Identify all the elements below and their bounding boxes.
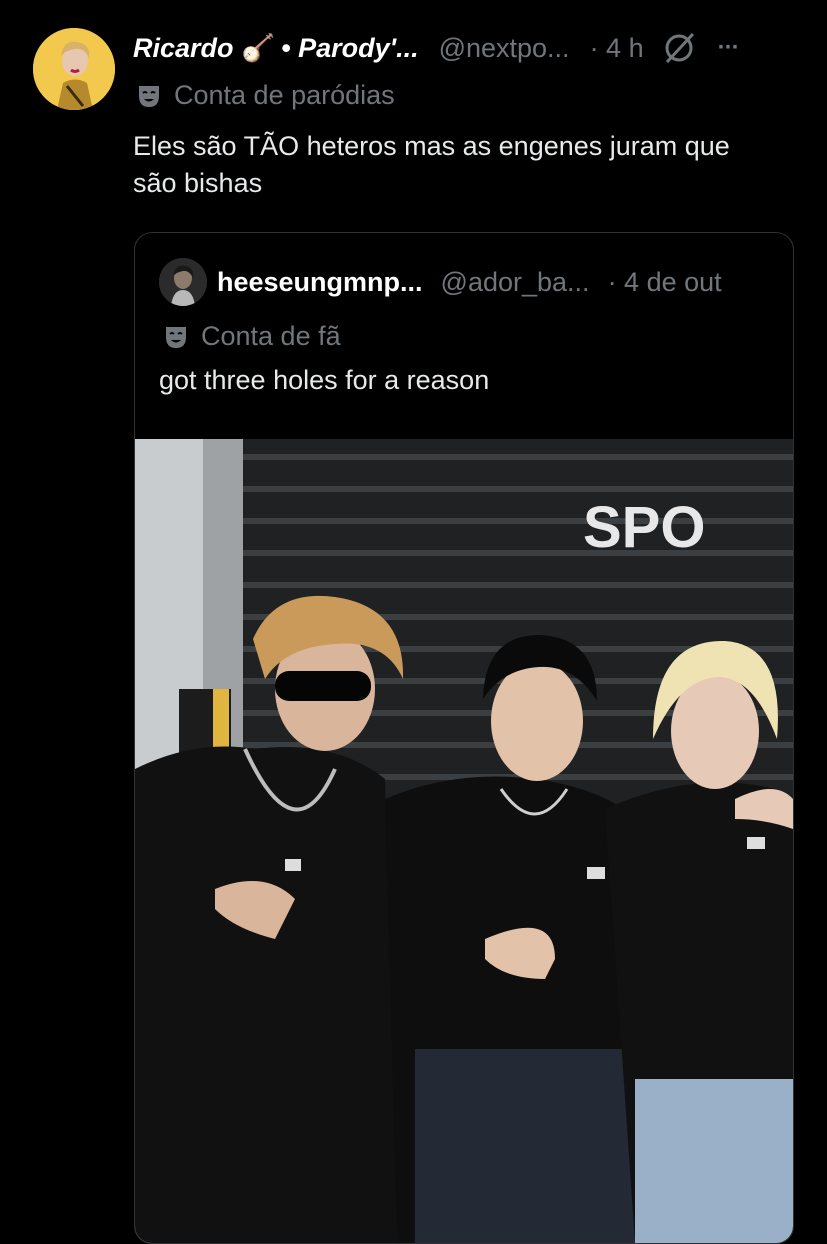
post-header: Ricardo 🪕 • Parody'... @nextpo... · 4 h … xyxy=(133,28,740,68)
post: Ricardo 🪕 • Parody'... @nextpo... · 4 h … xyxy=(0,0,827,1244)
author-emoji: 🪕 xyxy=(241,33,276,63)
quoted-avatar-image xyxy=(159,258,207,306)
avatar-image xyxy=(33,28,115,110)
parody-label: Conta de paródias xyxy=(136,80,395,111)
quoted-author-name[interactable]: heeseungmnp... xyxy=(217,267,423,298)
theater-mask-icon xyxy=(166,326,186,348)
quoted-post-time: · 4 de out xyxy=(607,266,722,297)
author-name[interactable]: Ricardo xyxy=(133,33,234,64)
post-text: Eles são TÃO heteros mas as engenes jura… xyxy=(133,131,730,198)
grok-icon[interactable] xyxy=(662,31,696,65)
author-handle[interactable]: @nextpo... xyxy=(439,33,570,64)
theater-mask-icon xyxy=(139,85,159,107)
quoted-post-header: heeseungmnp... @ador_ba... · 4 de out xyxy=(217,261,722,303)
author-name-suffix[interactable]: • Parody'... xyxy=(281,33,418,64)
fan-label: Conta de fã xyxy=(163,321,341,352)
more-options-icon[interactable]: ··· xyxy=(718,34,740,62)
author-avatar[interactable] xyxy=(33,28,115,110)
parody-label-text: Conta de paródias xyxy=(174,80,395,110)
fan-label-text: Conta de fã xyxy=(201,321,341,351)
quoted-post[interactable]: heeseungmnp... @ador_ba... · 4 de out Co… xyxy=(134,232,794,1244)
post-time[interactable]: · 4 h xyxy=(590,33,644,64)
quoted-author-handle[interactable]: @ador_ba... xyxy=(441,267,590,298)
quoted-post-text: got three holes for a reason xyxy=(159,365,490,395)
sign-text: SPO xyxy=(583,495,706,560)
quoted-author-avatar[interactable] xyxy=(159,258,207,306)
quoted-post-photo[interactable]: SPO xyxy=(135,439,793,1243)
